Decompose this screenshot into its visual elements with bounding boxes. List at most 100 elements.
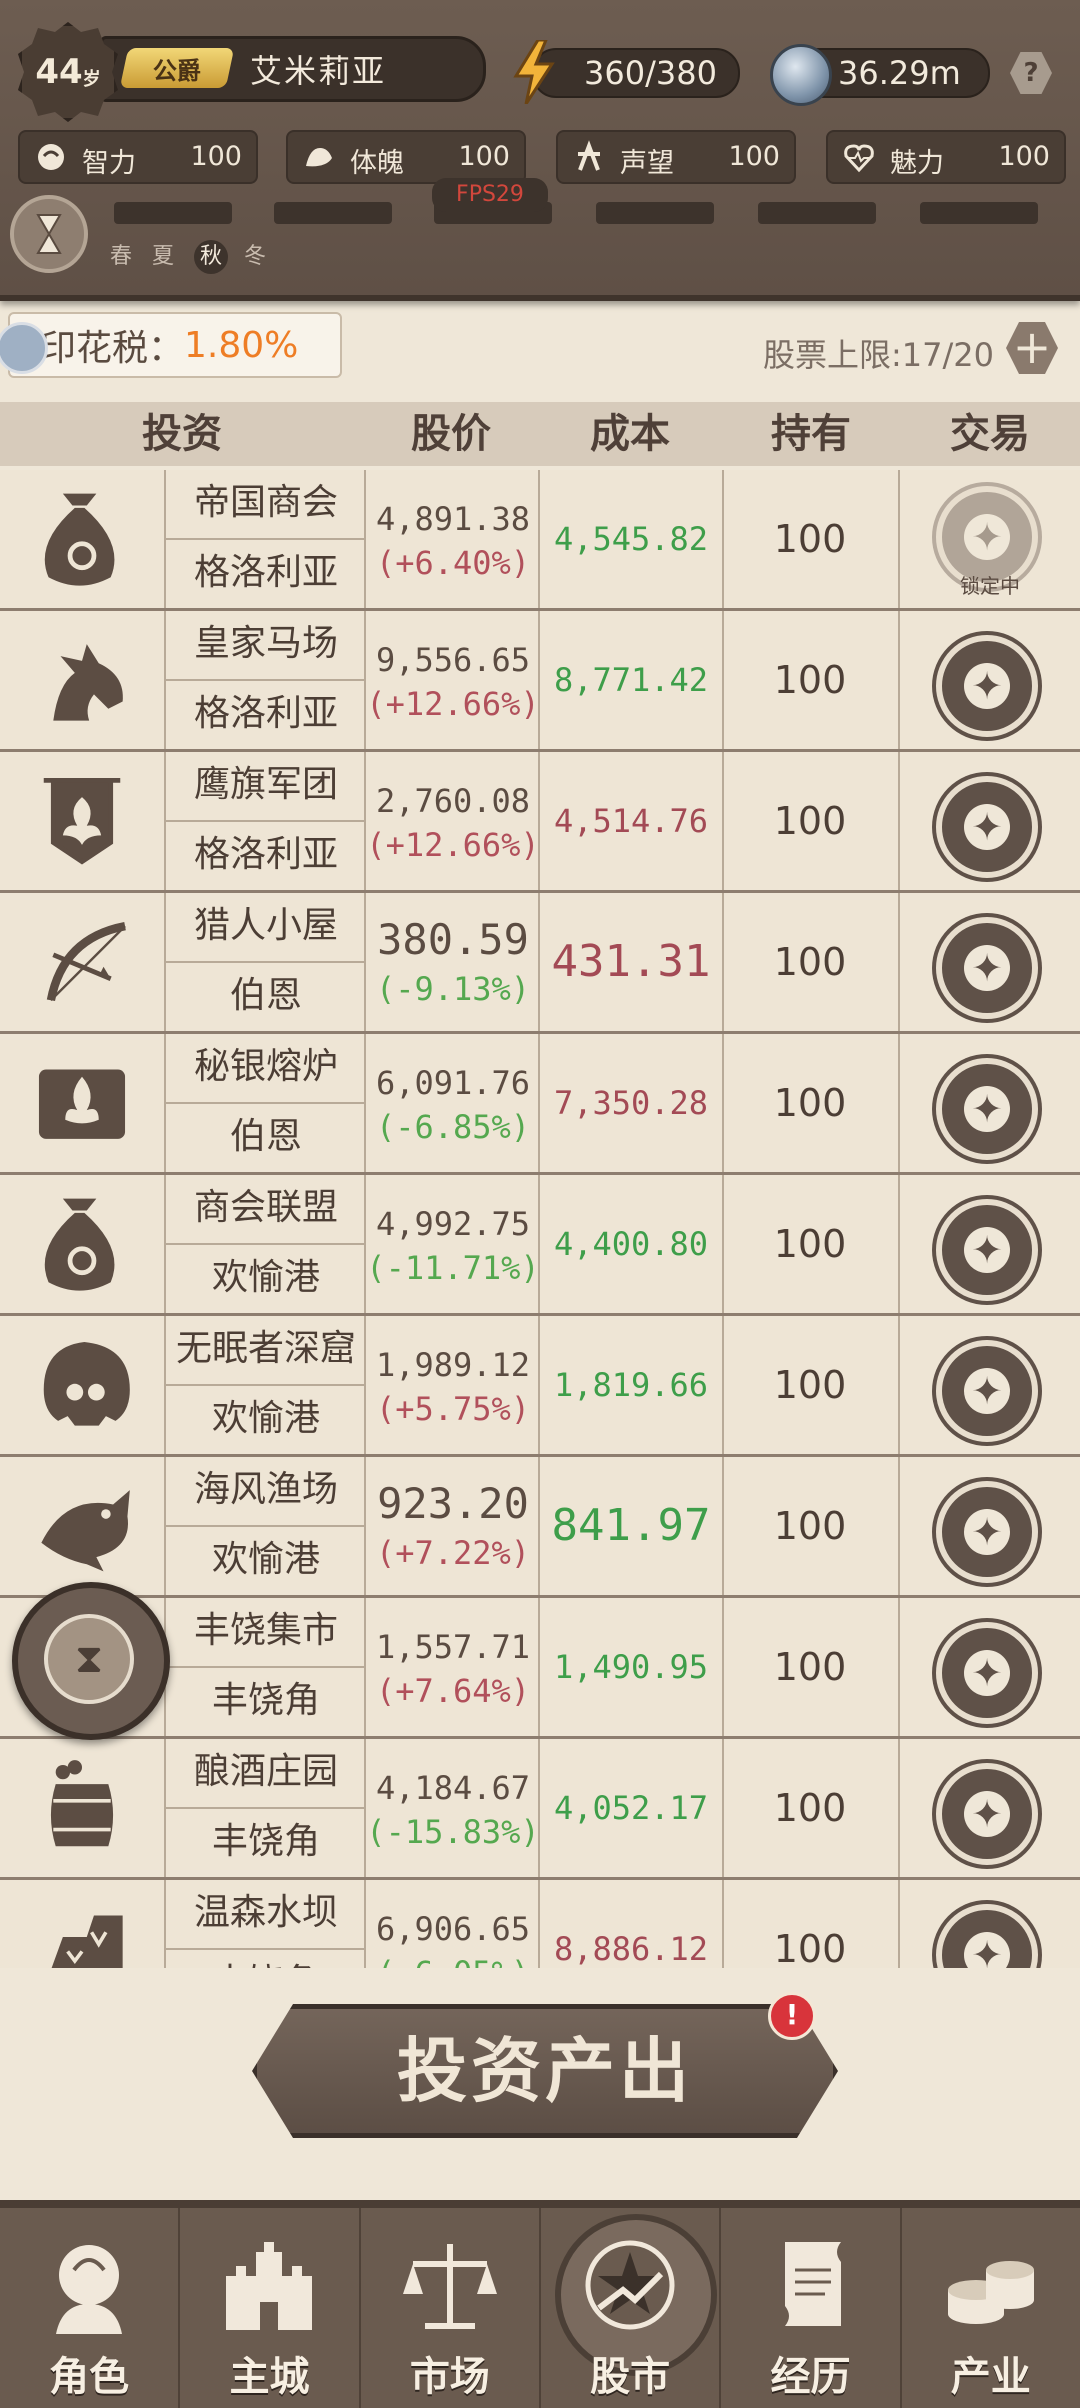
stock-market-icon: [585, 2240, 675, 2330]
castle-icon: [226, 2242, 313, 2330]
hourglass-icon[interactable]: [10, 195, 88, 273]
company-name: 秘银熔炉: [166, 1034, 366, 1104]
timeline-slot: [920, 202, 1038, 224]
skull-helmet-icon: [0, 1316, 164, 1454]
stock-row[interactable]: 皇家马场 格洛利亚 9,556.65 (+12.66%) 8,771.42 10…: [0, 611, 1080, 752]
trade-compass-icon[interactable]: [936, 776, 1038, 878]
company-cell: 丰饶集市 丰饶角: [164, 1598, 366, 1736]
company-cell: 鹰旗军团 格洛利亚: [164, 752, 366, 890]
price-change: (-11.71%): [366, 1249, 540, 1287]
rank-label: 公爵: [153, 56, 201, 85]
holding-value: 100: [722, 1739, 900, 1877]
muscle-icon: [306, 148, 332, 167]
help-icon[interactable]: ?: [1010, 52, 1052, 94]
holding-value: 100: [722, 1175, 900, 1313]
attr-value: 100: [998, 141, 1050, 172]
nav-tab-scroll[interactable]: 经历: [721, 2208, 902, 2408]
attr-intelligence[interactable]: 智力 100: [18, 130, 258, 184]
stock-row[interactable]: 无眠者深窟 欢愉港 1,989.12 (+5.75%) 1,819.66 100: [0, 1316, 1080, 1457]
season-indicator: 春夏秋冬: [110, 238, 286, 274]
nav-tab-coins-stack[interactable]: 产业: [902, 2208, 1080, 2408]
holding-value: 100: [722, 1880, 900, 1968]
attr-charm[interactable]: 魅力 100: [826, 130, 1066, 184]
company-region: 丰饶角: [211, 1680, 320, 1721]
increase-limit-button[interactable]: +: [1006, 322, 1058, 374]
stock-row[interactable]: 秘银熔炉 伯恩 6,091.76 (-6.85%) 7,350.28 100: [0, 1034, 1080, 1175]
nav-tab-castle[interactable]: 主城: [180, 2208, 361, 2408]
trade-compass-icon[interactable]: [936, 1199, 1038, 1301]
stock-price: 1,989.12: [375, 1346, 531, 1384]
coins-stack-icon: [947, 2261, 1034, 2324]
stock-row[interactable]: 温森水坝 丰饶角 6,906.65 (-6.05%) 8,886.12 100: [0, 1880, 1080, 1968]
price-cell: 9,556.65 (+12.66%): [364, 611, 540, 749]
stock-row[interactable]: 鹰旗军团 格洛利亚 2,760.08 (+12.66%) 4,514.76 10…: [0, 752, 1080, 893]
price-cell: 1,989.12 (+5.75%): [364, 1316, 540, 1454]
company-name: 商会联盟: [166, 1175, 366, 1245]
company-region: 伯恩: [229, 1116, 302, 1157]
trade-cell: [900, 611, 1080, 749]
trade-compass-icon[interactable]: [936, 1340, 1038, 1442]
header-cost: 成本: [590, 411, 670, 457]
company-cell: 猎人小屋 伯恩: [164, 893, 366, 1031]
cost-value: 4,400.80: [538, 1175, 724, 1313]
company-region: 欢愉港: [211, 1539, 320, 1580]
stock-price: 923.20: [377, 1479, 529, 1528]
attr-value: 100: [458, 141, 510, 172]
fish-icon: [0, 1457, 164, 1595]
stock-row[interactable]: 帝国商会 格洛利亚 4,891.38 (+6.40%) 4,545.82 100…: [0, 470, 1080, 611]
investment-output-button[interactable]: 投资产出: [252, 2004, 838, 2138]
energy-pill[interactable]: 360/380: [532, 48, 740, 98]
trade-compass-icon[interactable]: [936, 635, 1038, 737]
price-cell: 923.20 (+7.22%): [364, 1457, 540, 1595]
company-name: 鹰旗军团: [166, 752, 366, 822]
company-region: 格洛利亚: [193, 693, 338, 734]
stock-row[interactable]: 海风渔场 欢愉港 923.20 (+7.22%) 841.97 100: [0, 1457, 1080, 1598]
holding-value: 100: [722, 1316, 900, 1454]
company-name: 无眠者深窟: [166, 1316, 366, 1386]
timeline-slot: [758, 202, 876, 224]
holding-value: 100: [722, 1457, 900, 1595]
price-change: (+5.75%): [375, 1390, 531, 1428]
price-cell: 4,184.67 (-15.83%): [364, 1739, 540, 1877]
price-cell: 4,891.38 (+6.40%): [364, 470, 540, 608]
stock-price: 6,091.76: [375, 1064, 531, 1102]
stamp-tax-box[interactable]: 印花税： 1.80%: [0, 312, 342, 378]
attr-label: 体魄: [350, 148, 404, 179]
trade-cell: [900, 1880, 1080, 1968]
stock-row[interactable]: 酿酒庄园 丰饶角 4,184.67 (-15.83%) 4,052.17 100: [0, 1739, 1080, 1880]
nav-label: 市场: [409, 2353, 490, 2400]
attr-label: 声望: [620, 148, 674, 179]
tax-label: 印花税：: [40, 328, 185, 369]
price-change: (+7.64%): [375, 1672, 531, 1710]
company-name: 海风渔场: [166, 1457, 366, 1527]
nav-tab-stock-market[interactable]: 股市: [541, 2208, 722, 2408]
trade-compass-icon[interactable]: [936, 1481, 1038, 1583]
stock-row[interactable]: 猎人小屋 伯恩 380.59 (-9.13%) 431.31 100: [0, 893, 1080, 1034]
trade-compass-icon[interactable]: [936, 1058, 1038, 1160]
nav-tab-character[interactable]: 角色: [0, 2208, 181, 2408]
holding-value: 100: [722, 611, 900, 749]
silver-coin-icon: [770, 44, 832, 106]
price-change: (-6.05%): [366, 1954, 540, 1968]
floating-hourglass-button[interactable]: ⧗: [12, 1582, 170, 1740]
price-change: (-9.13%): [375, 970, 531, 1008]
attr-label: 智力: [82, 148, 136, 179]
trade-compass-icon[interactable]: [936, 1622, 1038, 1724]
barrel-icon: [0, 1739, 164, 1877]
nav-tab-scales[interactable]: 市场: [361, 2208, 541, 2408]
forge-icon: [0, 1034, 164, 1172]
holding-value: 100: [722, 470, 900, 608]
age-value: 44: [35, 52, 83, 92]
trade-compass-icon[interactable]: [936, 1763, 1038, 1865]
trade-compass-icon[interactable]: [936, 1904, 1038, 1968]
attr-physique[interactable]: 体魄 100: [286, 130, 526, 184]
trade-compass-icon[interactable]: [936, 917, 1038, 1019]
stock-row[interactable]: 商会联盟 欢愉港 4,992.75 (-11.71%) 4,400.80 100: [0, 1175, 1080, 1316]
cost-value: 4,514.76: [538, 752, 724, 890]
brain-icon: [38, 144, 64, 170]
hourglass-icon: ⧗: [44, 1614, 134, 1704]
alert-badge: !: [768, 1992, 816, 2040]
stock-list[interactable]: 帝国商会 格洛利亚 4,891.38 (+6.40%) 4,545.82 100…: [0, 470, 1080, 1968]
attr-reputation[interactable]: 声望 100: [556, 130, 796, 184]
nav-label: 角色: [49, 2353, 130, 2400]
